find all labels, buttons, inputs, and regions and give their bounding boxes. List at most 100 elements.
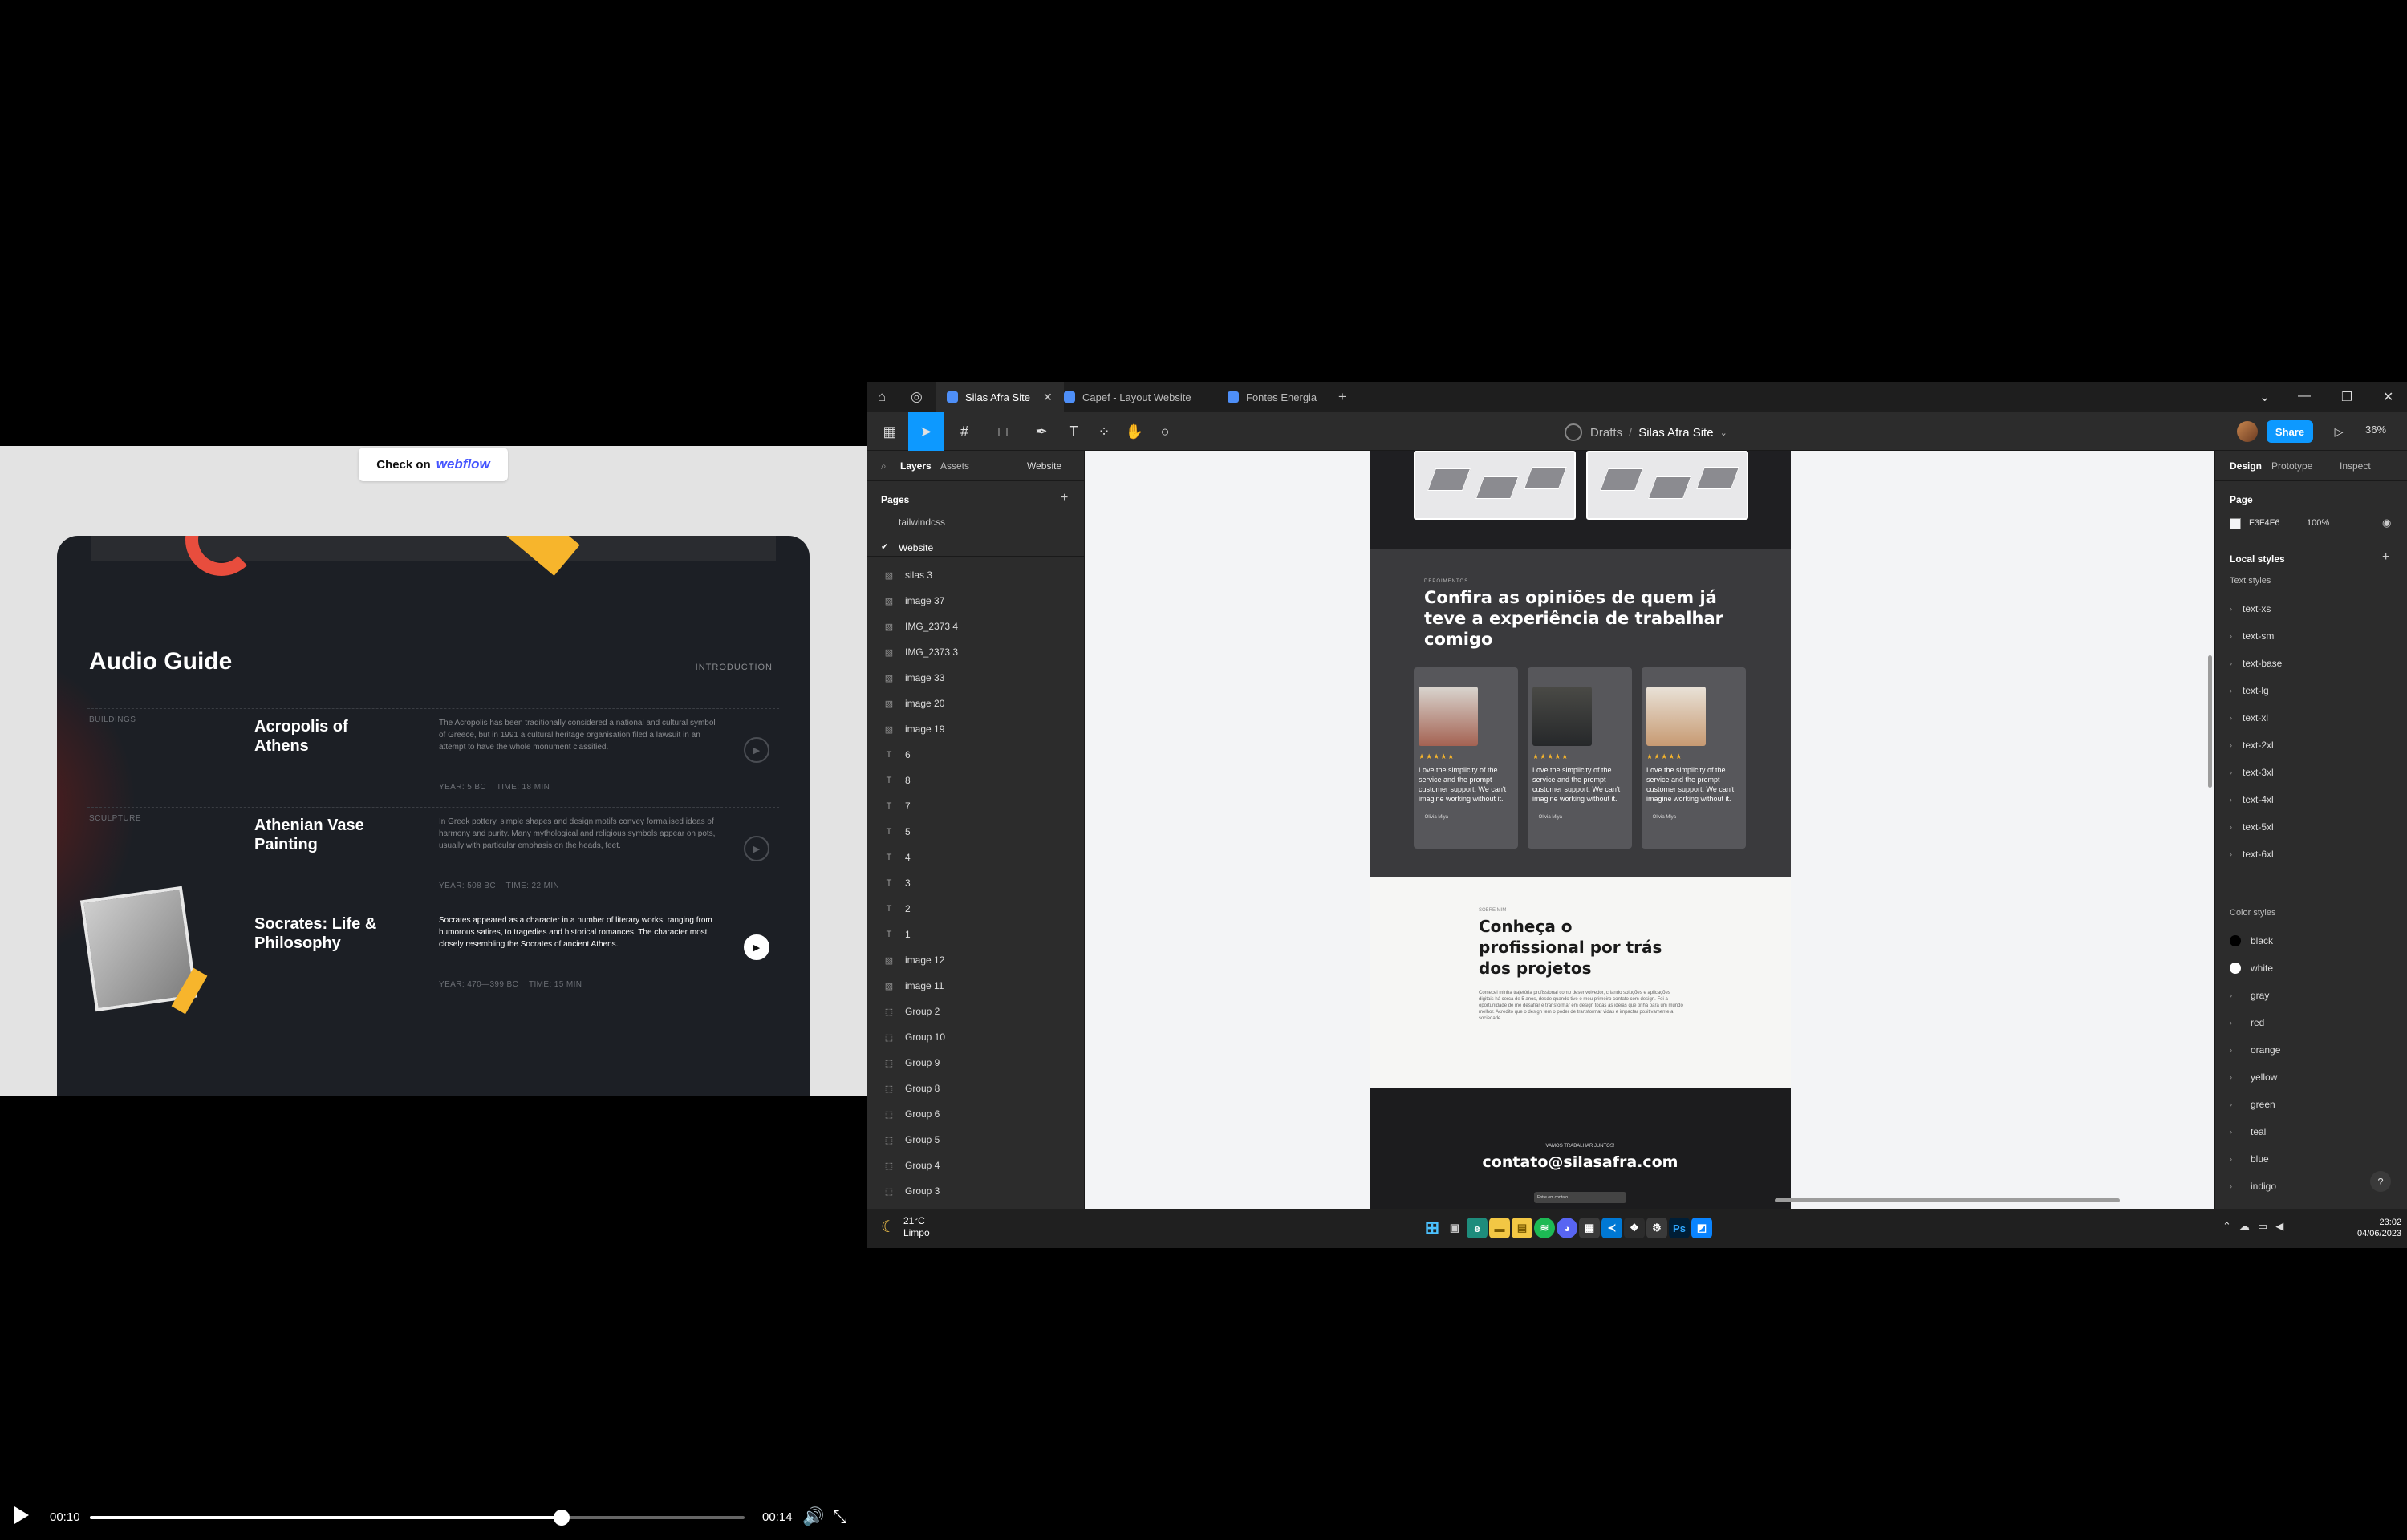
move-tool-icon[interactable]: ➤ [908, 412, 944, 451]
hand-tool-icon[interactable]: ✋ [1120, 412, 1149, 451]
color-style-item[interactable]: › gray [2230, 990, 2269, 1001]
play-button[interactable]: ▶ [744, 836, 769, 861]
text-style-item[interactable]: › text-base [2230, 658, 2282, 669]
text-style-item[interactable]: › text-5xl [2230, 821, 2274, 833]
zoom-level[interactable]: 36% [2365, 424, 2386, 436]
layer-item[interactable]: ▨ image 33 [883, 666, 1075, 690]
layer-item[interactable]: ▨ IMG_2373 4 [883, 614, 1075, 638]
layer-item[interactable]: T8 [883, 768, 1075, 792]
discord-icon[interactable]: ◕ [1557, 1218, 1577, 1238]
color-style-item[interactable]: › yellow [2230, 1072, 2277, 1083]
layer-item[interactable]: ▨ image 20 [883, 691, 1075, 715]
figma-icon[interactable]: ❖ [1624, 1218, 1645, 1238]
add-tab-icon[interactable]: + [1338, 389, 1346, 405]
layer-item[interactable]: ⬚ Group 10 [883, 1025, 1075, 1049]
page-opacity-value[interactable]: 100% [2307, 518, 2329, 528]
exit-fullscreen-icon[interactable]: ⤡ [833, 1506, 847, 1527]
tab-layers[interactable]: Layers [900, 460, 932, 472]
present-icon[interactable]: ▷ [2327, 412, 2351, 451]
play-button[interactable]: ▶ [744, 934, 769, 960]
task-view-icon[interactable]: ▣ [1444, 1218, 1465, 1238]
text-style-item[interactable]: › text-4xl [2230, 794, 2274, 805]
text-style-item[interactable]: › text-3xl [2230, 767, 2274, 778]
store-icon[interactable]: ▤ [1512, 1218, 1532, 1238]
layer-item[interactable]: ▨ image 19 [883, 717, 1075, 741]
search-icon[interactable]: ⌕ [881, 460, 887, 472]
main-menu-icon[interactable]: ▦ [875, 412, 905, 451]
layer-item[interactable]: ⬚ Group 2 [883, 999, 1075, 1023]
volume-icon[interactable]: ◀ [2275, 1220, 2291, 1232]
page-color-swatch[interactable] [2230, 518, 2241, 529]
cloud-icon[interactable]: ☁ [2239, 1220, 2258, 1232]
layer-item[interactable]: T3 [883, 871, 1075, 895]
color-style-item[interactable]: black [2230, 935, 2273, 946]
text-tool-icon[interactable]: T [1059, 412, 1088, 451]
layer-item[interactable]: T5 [883, 820, 1075, 844]
eye-icon[interactable]: ◉ [2382, 517, 2391, 529]
layer-item[interactable]: ⬚ Group 3 [883, 1179, 1075, 1203]
seek-bar[interactable] [90, 1510, 745, 1526]
layer-item[interactable]: ⬚ Group 8 [883, 1076, 1075, 1100]
layer-item[interactable]: ⬚ Group 5 [883, 1128, 1075, 1152]
text-style-item[interactable]: › text-lg [2230, 685, 2269, 696]
color-style-item[interactable]: › orange [2230, 1044, 2280, 1056]
layer-item[interactable]: ⬚ Group 9 [883, 1051, 1075, 1075]
settings-icon[interactable]: ⚙ [1646, 1218, 1667, 1238]
close-icon[interactable]: ✕ [1043, 391, 1053, 404]
chevron-up-icon[interactable]: ⌃ [2222, 1220, 2239, 1232]
layer-item[interactable]: T4 [883, 845, 1075, 869]
color-style-item[interactable]: › indigo [2230, 1181, 2276, 1192]
page-item[interactable]: Website [899, 542, 933, 553]
text-style-item[interactable]: › text-6xl [2230, 849, 2274, 860]
tab-silas-afra-site[interactable]: Silas Afra Site ✕ [936, 382, 1064, 412]
globe-icon[interactable]: ◎ [911, 389, 923, 405]
edge-browser-icon[interactable]: e [1467, 1218, 1488, 1238]
color-style-item[interactable]: white [2230, 962, 2273, 974]
folder-link[interactable]: Drafts [1590, 426, 1622, 440]
clock[interactable]: 23:02 04/06/2023 [2357, 1217, 2401, 1239]
add-page-icon[interactable]: + [1061, 491, 1068, 505]
color-style-item[interactable]: › red [2230, 1017, 2264, 1028]
tab-fontes-energia[interactable]: Fontes Energia [1216, 382, 1328, 412]
file-name[interactable]: Silas Afra Site [1638, 426, 1713, 440]
text-style-item[interactable]: › text-xl [2230, 712, 2268, 723]
layer-item[interactable]: ⬚ Group 4 [883, 1153, 1075, 1177]
color-style-item[interactable]: › green [2230, 1099, 2275, 1110]
tab-assets[interactable]: Assets [940, 460, 969, 472]
weather-widget[interactable]: ☾ 21°C Limpo [881, 1215, 930, 1239]
layer-item[interactable]: ▨ IMG_2373 3 [883, 640, 1075, 664]
page-dropdown[interactable]: Website [1027, 460, 1061, 472]
start-icon[interactable]: ⊞ [1422, 1218, 1443, 1238]
layer-item[interactable]: T2 [883, 897, 1075, 921]
close-window-icon[interactable]: ✕ [2383, 389, 2393, 405]
pen-tool-icon[interactable]: ✒ [1024, 412, 1059, 451]
shape-tool-icon[interactable]: □ [985, 412, 1021, 451]
play-button[interactable]: ▶ [744, 737, 769, 763]
color-style-item[interactable]: › blue [2230, 1153, 2269, 1165]
add-style-icon[interactable]: + [2382, 550, 2389, 565]
frame-tool-icon[interactable]: # [947, 412, 982, 451]
vscode-icon[interactable]: ≺ [1601, 1218, 1622, 1238]
resources-icon[interactable]: ⁘ [1090, 412, 1118, 451]
layer-item[interactable]: ▨ image 11 [883, 974, 1075, 998]
page-color-value[interactable]: F3F4F6 [2249, 518, 2280, 528]
page-item[interactable]: tailwindcss [899, 517, 945, 528]
spotify-icon[interactable]: ≋ [1534, 1218, 1555, 1238]
introduction-link[interactable]: INTRODUCTION [696, 663, 773, 672]
minimize-icon[interactable]: — [2298, 389, 2311, 403]
tab-prototype[interactable]: Prototype [2271, 460, 2312, 472]
file-explorer-icon[interactable]: ▬ [1489, 1218, 1510, 1238]
photoshop-icon[interactable]: Ps [1669, 1218, 1690, 1238]
help-button[interactable]: ? [2370, 1171, 2391, 1192]
home-icon[interactable]: ⌂ [878, 389, 886, 405]
avatar[interactable] [2237, 421, 2258, 442]
comment-tool-icon[interactable]: ○ [1151, 412, 1179, 451]
text-style-item[interactable]: › text-xs [2230, 603, 2271, 614]
system-tray[interactable]: ⌃☁▭◀ [2222, 1220, 2291, 1233]
tab-design[interactable]: Design [2230, 460, 2262, 472]
website-frame[interactable]: DEPOIMENTOS Confira as opiniões de quem … [1370, 451, 1791, 1209]
horizontal-scrollbar[interactable] [1775, 1198, 2120, 1202]
canvas[interactable]: DEPOIMENTOS Confira as opiniões de quem … [1085, 451, 2214, 1209]
volume-icon[interactable]: 🔊 [802, 1506, 824, 1527]
text-style-item[interactable]: › text-sm [2230, 630, 2274, 642]
